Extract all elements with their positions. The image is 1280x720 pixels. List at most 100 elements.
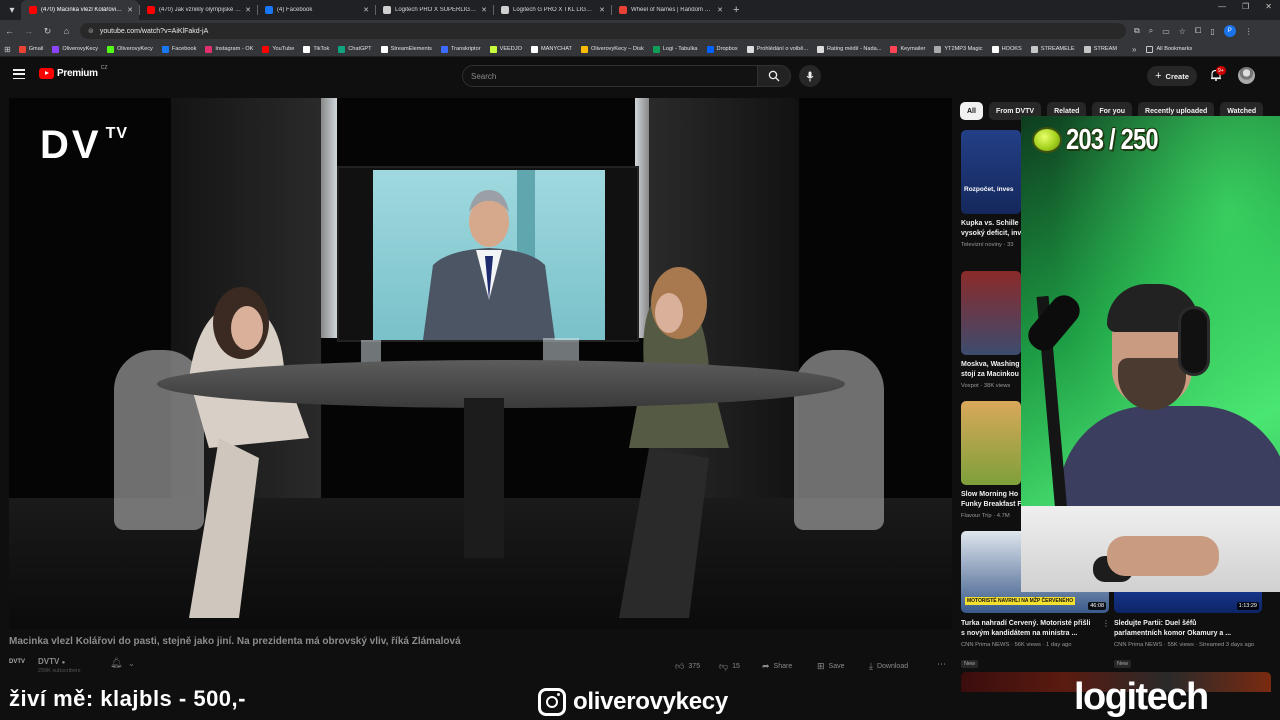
recommendation-thumbnail[interactable]: Rozpočet, inves (961, 130, 1021, 214)
bookmark-item[interactable]: Rating médií - Nada... (817, 45, 881, 53)
bookmark-favicon-icon (205, 45, 213, 53)
browser-menu-icon[interactable]: ⋮ (1245, 27, 1253, 36)
bookmark-favicon-icon (890, 45, 898, 53)
address-bar[interactable]: ⊜ youtube.com/watch?v=AiKlFakd-jA (80, 23, 1126, 39)
recommendation-title[interactable]: Turka nahradí Červený. Motoristé přišli … (961, 619, 1109, 639)
dislike-button[interactable]: 👎︎ 15 (719, 659, 740, 673)
create-button[interactable]: + Create (1147, 66, 1197, 86)
bookmark-item[interactable]: HOOKS (991, 45, 1022, 53)
recommendation-item[interactable]: 1:13:29 Sledujte Partii: Duel šéfů parla… (1114, 580, 1264, 668)
bookmark-item[interactable]: VEEDJO (489, 45, 522, 53)
bookmark-favicon-icon (746, 45, 754, 53)
recommendation-title[interactable]: Slow Morning Ho Funky Breakfast F (961, 490, 1023, 510)
translate-icon[interactable]: ⧉ (1134, 26, 1140, 36)
bookmark-item[interactable]: ChatGPT (338, 45, 372, 53)
search-button[interactable] (757, 65, 791, 87)
zoom-icon[interactable]: ⌕ (1149, 26, 1153, 36)
browser-tab[interactable]: Wheel of Names | Random nam ✕ (611, 0, 729, 20)
browser-tab[interactable]: Logitech G PRO X TKL LIGHTSP ✕ (493, 0, 611, 20)
bookmark-item[interactable]: Facebook (161, 45, 196, 53)
bookmark-label: Logi - Tabulka (662, 46, 698, 52)
bookmark-favicon-icon (338, 45, 346, 53)
recommendation-thumbnail[interactable] (961, 401, 1021, 485)
bookmark-item[interactable]: OliverovyKecy (52, 45, 98, 53)
bookmark-item[interactable]: STREAMELE (1030, 45, 1075, 53)
reload-icon[interactable]: ↻ (38, 22, 57, 40)
thumbnail-caption: MOTORISTÉ NAVRHLI NA MŽP ČERVENÉHO (965, 597, 1076, 605)
youtube-logo[interactable]: Premium CZ (39, 65, 107, 79)
chevron-down-icon[interactable]: ⌄ (128, 659, 135, 668)
bookmark-item[interactable]: Logi - Tabulka (652, 45, 698, 53)
recommendation-item[interactable]: Moskva, Washing stojí za Macinkou Voxpot… (961, 271, 1023, 396)
recommendation-title[interactable]: Moskva, Washing stojí za Macinkou (961, 360, 1023, 380)
bookmark-item[interactable]: Instagram - OK (205, 45, 253, 53)
tab-close-icon[interactable]: ✕ (363, 6, 369, 14)
bookmark-star-icon[interactable]: ☆ (1179, 27, 1186, 36)
tab-close-icon[interactable]: ✕ (245, 6, 251, 14)
forward-icon[interactable]: → (19, 22, 38, 40)
cast-icon[interactable]: ▭ (1162, 27, 1170, 36)
extensions-icon[interactable]: ⧠ (1195, 26, 1201, 36)
recommendation-thumbnail[interactable] (961, 271, 1021, 355)
lime-icon (1032, 127, 1062, 153)
bookmark-favicon-icon (991, 45, 999, 53)
browser-tab[interactable]: (470) Macinka vlezl Kolářovi do ✕ (21, 0, 139, 20)
account-avatar[interactable] (1238, 67, 1255, 84)
like-button[interactable]: 👍︎ 375 (675, 659, 700, 673)
bookmark-item[interactable]: StreamElements (380, 45, 432, 53)
tab-close-icon[interactable]: ✕ (127, 6, 133, 14)
bookmark-item[interactable]: STREAM (1083, 45, 1117, 53)
channel-avatar[interactable]: DVTV (9, 659, 29, 673)
bookmark-item[interactable]: Gmail (18, 45, 43, 53)
bookmark-item[interactable]: YT2MP3 Magic (934, 45, 983, 53)
more-actions-icon[interactable]: ⋯ (937, 659, 947, 670)
browser-tab[interactable]: (470) Jak vznikly olympijské hry ✕ (139, 0, 257, 20)
bookmark-item[interactable]: Keymailer (890, 45, 925, 53)
bookmark-item[interactable]: TikTok (303, 45, 329, 53)
subscription-bell-icon[interactable]: 🔔︎ (110, 658, 123, 669)
download-button[interactable]: ⤓ Download (869, 659, 908, 673)
share-button[interactable]: ➦ Share (762, 659, 792, 673)
hamburger-menu-icon[interactable] (13, 69, 25, 79)
bookmark-item[interactable]: Dropbox (706, 45, 738, 53)
apps-grid-icon[interactable]: ⊞ (4, 45, 11, 54)
recommendation-item[interactable]: Rozpočet, inves Kupka vs. Schille vysoký… (961, 130, 1023, 260)
recommendation-title-line2: s novým kandidátem na ministra ... (961, 630, 1078, 637)
minimize-icon[interactable]: — (1218, 2, 1226, 11)
browser-tab[interactable]: (4) Facebook ✕ (257, 0, 375, 20)
save-button[interactable]: ⊞ Save (817, 659, 845, 673)
recommendation-item[interactable]: Slow Morning Ho Funky Breakfast F Flavou… (961, 401, 1023, 526)
browser-tab[interactable]: Logitech PRO X SUPERLIGHT 2 ✕ (375, 0, 493, 20)
bookmark-item[interactable]: Transkriptor (440, 45, 481, 53)
tab-search-icon[interactable]: ▾ (3, 2, 21, 18)
close-window-icon[interactable]: ✕ (1265, 2, 1272, 11)
bookmark-item[interactable]: Prohlédání o volbě... (746, 45, 808, 53)
tab-favicon-icon (383, 6, 391, 14)
kebab-menu-icon[interactable]: ⋮ (1102, 619, 1110, 628)
more-bookmarks-icon[interactable]: » (1132, 45, 1136, 54)
channel-name[interactable]: DVTV ● (38, 657, 65, 666)
tab-close-icon[interactable]: ✕ (481, 6, 487, 14)
filter-chip[interactable]: All (960, 102, 983, 120)
voice-search-button[interactable] (799, 65, 821, 87)
home-icon[interactable]: ⌂ (57, 22, 76, 40)
subscriber-goal-counter: 203 / 250 (1032, 122, 1178, 158)
sidebar-icon[interactable]: ▯ (1210, 27, 1214, 36)
bookmark-item[interactable]: OliverovyKecy – Disk (580, 45, 644, 53)
recommendation-title[interactable]: Sledujte Partii: Duel šéfů parlamentních… (1114, 619, 1262, 639)
tab-close-icon[interactable]: ✕ (599, 6, 605, 14)
back-icon[interactable]: ← (0, 22, 19, 40)
bookmark-item[interactable]: OliverovyKecy (107, 45, 153, 53)
bookmark-item[interactable]: YouTube (262, 45, 294, 53)
profile-avatar[interactable]: P (1223, 25, 1236, 37)
video-player[interactable]: DV TV (9, 98, 952, 629)
site-info-icon[interactable]: ⊜ (88, 27, 94, 35)
search-input[interactable]: Search (462, 65, 758, 87)
restore-icon[interactable]: ❐ (1242, 2, 1249, 11)
tab-close-icon[interactable]: ✕ (717, 6, 723, 14)
new-tab-icon[interactable]: + (733, 4, 739, 16)
all-bookmarks[interactable]: All Bookmarks (1146, 45, 1192, 53)
bookmark-item[interactable]: MANYCHAT (530, 45, 572, 53)
recommendation-title[interactable]: Kupka vs. Schille vysoký deficit, inv (961, 219, 1023, 239)
bookmark-label: STREAMELE (1040, 46, 1075, 52)
